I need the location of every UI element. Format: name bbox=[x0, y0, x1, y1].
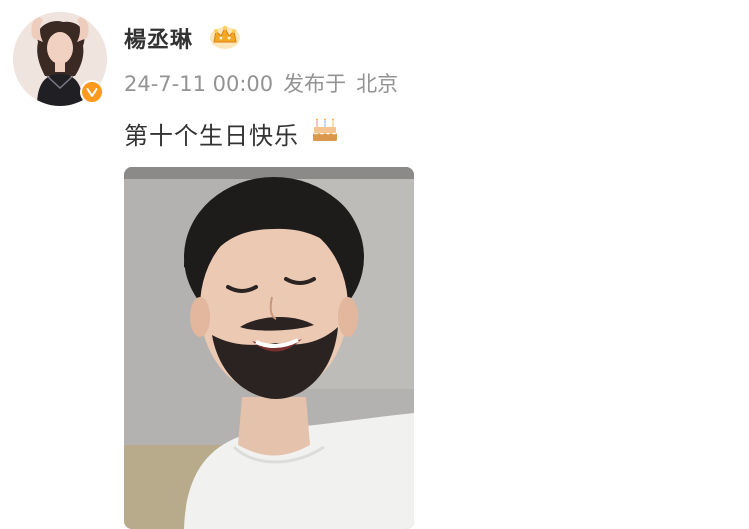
vip-crown-icon[interactable] bbox=[208, 22, 242, 50]
post-location: 北京 bbox=[356, 72, 399, 96]
published-label: 发布于 bbox=[283, 72, 347, 96]
photo-illustration bbox=[124, 167, 414, 529]
post-photo[interactable] bbox=[124, 167, 414, 529]
verified-badge-icon bbox=[80, 80, 104, 104]
weibo-post: 楊丞琳 24-7-11 00:00 发布于 北京 第十个生日快乐 bbox=[0, 0, 749, 529]
post-text: 第十个生日快乐 bbox=[124, 122, 299, 150]
birthday-cake-emoji bbox=[312, 117, 338, 143]
post-timestamp[interactable]: 24-7-11 00:00 bbox=[124, 72, 273, 96]
post-meta: 24-7-11 00:00 发布于 北京 bbox=[124, 68, 398, 98]
username[interactable]: 楊丞琳 bbox=[124, 22, 193, 54]
